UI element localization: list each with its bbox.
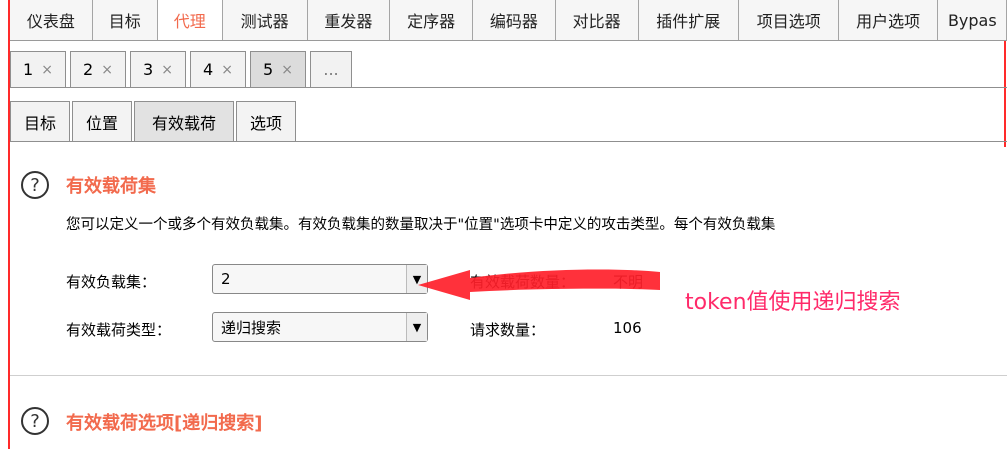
close-icon[interactable]: ×	[161, 62, 173, 78]
tab-comparer[interactable]: 对比器	[555, 0, 639, 40]
tab-user-options[interactable]: 用户选项	[839, 0, 938, 40]
attack-tab-4[interactable]: 4 ×	[190, 51, 246, 87]
payload-count-label: 有效载荷数量：	[470, 273, 576, 291]
main-tab-bar: 仪表盘 目标 代理 测试器 重发器 定序器 编码器 对比器 插件扩展 项目选项 …	[10, 0, 1007, 41]
attack-tab-label: 2	[83, 60, 94, 79]
tab-sequencer[interactable]: 定序器	[390, 0, 473, 40]
attack-tab-label: 4	[203, 60, 214, 79]
help-icon[interactable]: ?	[21, 407, 49, 435]
payload-type-value: 递归搜索	[221, 318, 282, 337]
help-icon[interactable]: ?	[21, 171, 49, 199]
close-icon[interactable]: ×	[41, 62, 53, 78]
attack-tab-bar: 1 × 2 × 3 × 4 × 5 × ...	[10, 47, 1007, 88]
dropdown-arrow-icon: ▼	[406, 265, 427, 293]
dropdown-arrow-icon: ▼	[406, 313, 427, 341]
tab-bypass[interactable]: Bypas	[937, 0, 1007, 40]
payload-type-select[interactable]: 递归搜索 ▼	[212, 312, 428, 342]
attack-tab-1[interactable]: 1 ×	[10, 51, 66, 87]
annotation-text: token值使用递归搜索	[685, 290, 901, 315]
tab-repeater[interactable]: 重发器	[307, 0, 391, 40]
tab-decoder[interactable]: 编码器	[473, 0, 556, 40]
attack-tab-label: 3	[143, 60, 154, 79]
payload-sets-title: 有效载荷集	[66, 176, 156, 197]
intruder-sub-tab-bar: 目标 位置 有效载荷 选项	[10, 97, 1007, 142]
attack-tab-label: 5	[263, 60, 274, 79]
tab-target[interactable]: 目标	[92, 0, 158, 40]
attack-tab-3[interactable]: 3 ×	[130, 51, 186, 87]
section-divider	[10, 375, 1007, 376]
payload-set-value: 2	[221, 270, 231, 288]
attack-tab-label: 1	[23, 60, 34, 79]
tab-proxy[interactable]: 代理	[157, 0, 223, 40]
subtab-positions[interactable]: 位置	[72, 101, 132, 141]
payload-count-value: 不明	[613, 273, 644, 291]
payload-sets-description: 您可以定义一个或多个有效负载集。有效负载集的数量取决于"位置"选项卡中定义的攻击…	[66, 217, 776, 233]
request-count-value: 106	[613, 319, 642, 337]
subtab-options[interactable]: 选项	[236, 101, 296, 141]
attack-tab-5[interactable]: 5 ×	[250, 51, 306, 87]
close-icon[interactable]: ×	[281, 62, 293, 78]
close-icon[interactable]: ×	[221, 62, 233, 78]
payload-options-title: 有效载荷选项[递归搜索]	[66, 413, 263, 434]
attack-tab-2[interactable]: 2 ×	[70, 51, 126, 87]
close-icon[interactable]: ×	[101, 62, 113, 78]
new-tab-button[interactable]: ...	[310, 51, 352, 87]
tab-dashboard[interactable]: 仪表盘	[10, 0, 93, 40]
payload-type-label: 有效载荷类型：	[66, 321, 172, 339]
subtab-payloads[interactable]: 有效载荷	[134, 101, 234, 141]
subtab-target[interactable]: 目标	[10, 101, 70, 141]
tab-intruder[interactable]: 测试器	[222, 0, 308, 40]
request-count-label: 请求数量：	[470, 321, 546, 339]
payload-set-label: 有效负载集：	[66, 273, 157, 291]
payload-set-select[interactable]: 2 ▼	[212, 264, 428, 294]
tab-project-options[interactable]: 项目选项	[738, 0, 840, 40]
tab-extender[interactable]: 插件扩展	[638, 0, 739, 40]
